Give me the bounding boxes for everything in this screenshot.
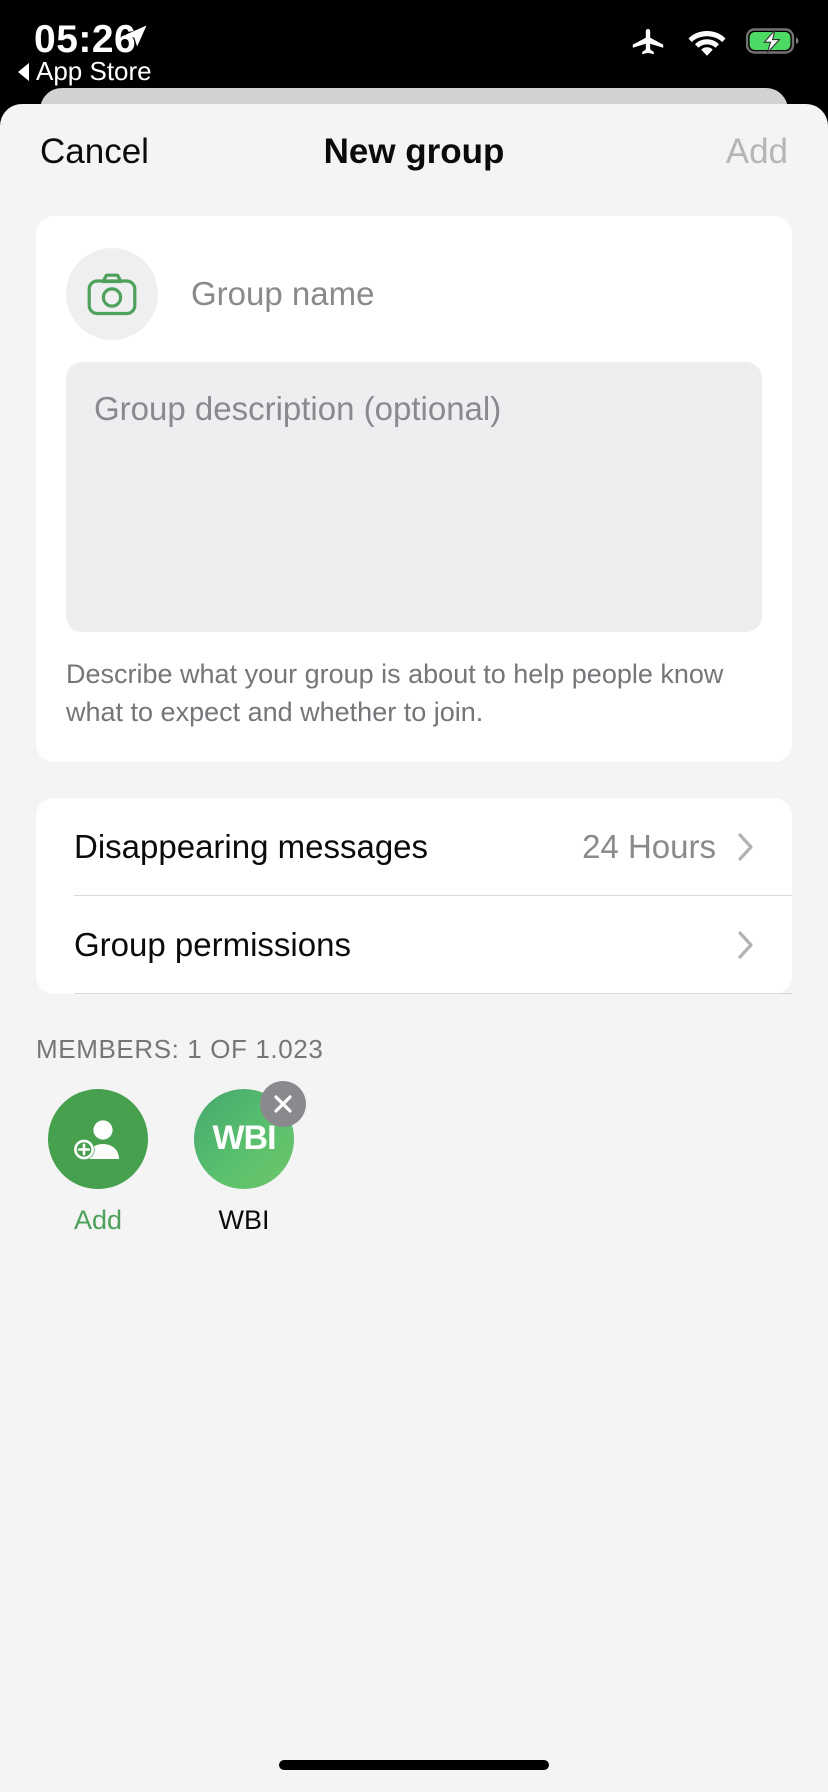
status-bar: 05:26 App Store (0, 0, 828, 95)
group-description-help-text: Describe what your group is about to hel… (66, 659, 724, 727)
add-member-label: Add (73, 1204, 123, 1235)
navigation-bar: Cancel New group Add (0, 104, 828, 200)
back-app-label: App Store (36, 56, 152, 86)
group-description-input[interactable] (94, 388, 734, 606)
group-photo-picker[interactable] (66, 248, 158, 340)
status-bar-indicators (628, 26, 802, 56)
member-item[interactable]: WBI WBI (194, 1080, 306, 1236)
home-indicator[interactable] (279, 1760, 549, 1770)
members-list: Add WBI WBI (48, 1080, 828, 1236)
page-title: New group (323, 132, 505, 171)
group-name-input[interactable] (191, 275, 762, 313)
group-settings-card: Disappearing messages 24 Hours Group per… (36, 797, 792, 994)
member-avatar[interactable]: WBI (194, 1080, 306, 1189)
add-member-avatar[interactable] (48, 1088, 148, 1189)
location-arrow-icon (125, 25, 147, 47)
group-description-box (66, 362, 762, 632)
members-header: MEMBERS: 1 OF 1.023 (36, 1033, 324, 1064)
add-person-icon (73, 1119, 119, 1160)
wifi-icon (688, 31, 726, 56)
member-initials: WBI (212, 1119, 276, 1158)
add-button[interactable]: Add (726, 132, 788, 172)
group-name-row (36, 240, 792, 348)
settings-row-label: Group permissions (74, 925, 351, 963)
settings-row-value: 24 Hours (582, 827, 716, 865)
airplane-mode-icon (632, 28, 664, 55)
back-triangle-icon (18, 62, 29, 81)
settings-row-group-permissions[interactable]: Group permissions (36, 896, 792, 994)
member-label: WBI (218, 1204, 270, 1235)
back-to-app-store-link[interactable]: App Store (18, 56, 152, 87)
close-icon (274, 1094, 292, 1113)
remove-member-button[interactable] (260, 1080, 306, 1127)
chevron-right-icon (738, 930, 753, 959)
group-info-card: Describe what your group is about to hel… (36, 216, 792, 762)
settings-row-disappearing-messages[interactable]: Disappearing messages 24 Hours (36, 798, 792, 896)
new-group-sheet: Cancel New group Add Describe what your (0, 104, 828, 1792)
battery-charging-icon (746, 28, 799, 54)
row-divider (74, 992, 792, 994)
chevron-right-icon (738, 832, 753, 861)
camera-icon (87, 273, 137, 316)
settings-row-label: Disappearing messages (74, 827, 429, 865)
iphone-screen: 05:26 App Store Cancel New group Add Gro… (0, 0, 828, 1792)
add-member-button[interactable]: Add (48, 1088, 148, 1236)
